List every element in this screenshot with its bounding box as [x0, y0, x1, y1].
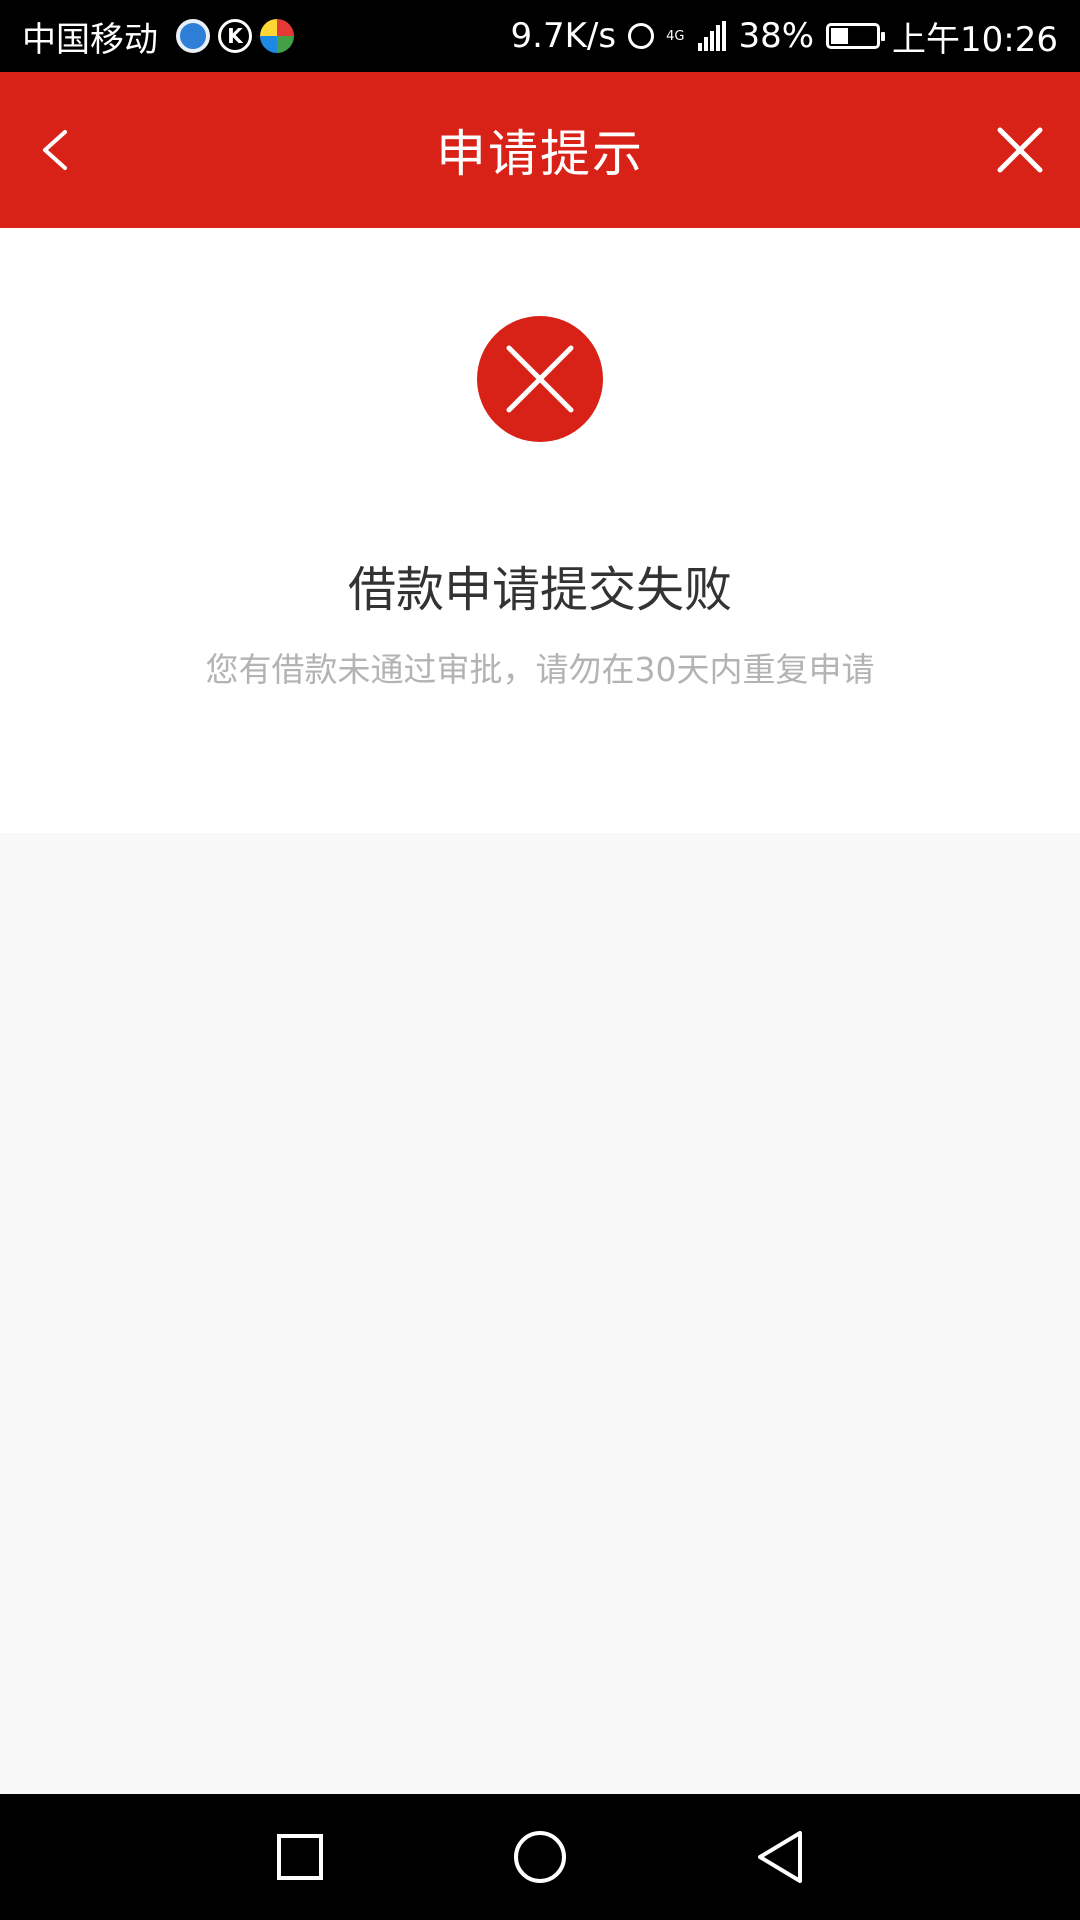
battery-percent: 38% — [738, 16, 815, 56]
error-circle-icon — [477, 316, 603, 442]
nav-back-button[interactable] — [745, 1822, 815, 1892]
network-type-icon: 4G — [666, 28, 685, 44]
status-bar: 中国移动 K 9.7K/s 4G 38% 上午10:26 — [0, 0, 1080, 72]
k-app-icon: K — [218, 19, 252, 53]
status-right: 9.7K/s 4G 38% 上午10:26 — [499, 12, 1058, 61]
result-heading: 借款申请提交失败 — [347, 562, 732, 618]
status-left: 中国移动 K — [22, 12, 294, 61]
alarm-icon — [628, 23, 655, 49]
result-message: 您有借款未通过审批，请勿在30天内重复申请 — [205, 650, 875, 689]
recents-button[interactable] — [265, 1822, 335, 1892]
signal-icon — [696, 21, 727, 51]
back-button[interactable] — [20, 110, 90, 190]
result-card: 借款申请提交失败 您有借款未通过审批，请勿在30天内重复申请 — [0, 228, 1080, 833]
clock: 上午10:26 — [892, 19, 1058, 60]
page-title: 申请提示 — [436, 125, 644, 183]
screen: 中国移动 K 9.7K/s 4G 38% 上午10:26 申请提示 借款申请提交… — [0, 0, 1080, 1920]
close-icon — [997, 127, 1043, 173]
carrier-name: 中国移动 — [22, 19, 158, 60]
q-app-icon — [176, 19, 210, 53]
close-button[interactable] — [980, 110, 1060, 190]
home-button[interactable] — [505, 1822, 575, 1892]
color-app-icon — [260, 19, 294, 53]
battery-icon — [826, 23, 886, 49]
square-recents-icon — [277, 1834, 323, 1880]
system-nav-bar — [0, 1794, 1080, 1920]
chevron-left-icon — [43, 130, 67, 170]
circle-home-icon — [514, 1831, 566, 1883]
triangle-back-icon — [758, 1831, 802, 1883]
header-bar: 申请提示 — [0, 72, 1080, 228]
net-speed: 9.7K/s — [510, 16, 617, 56]
battery-fill — [831, 28, 849, 44]
